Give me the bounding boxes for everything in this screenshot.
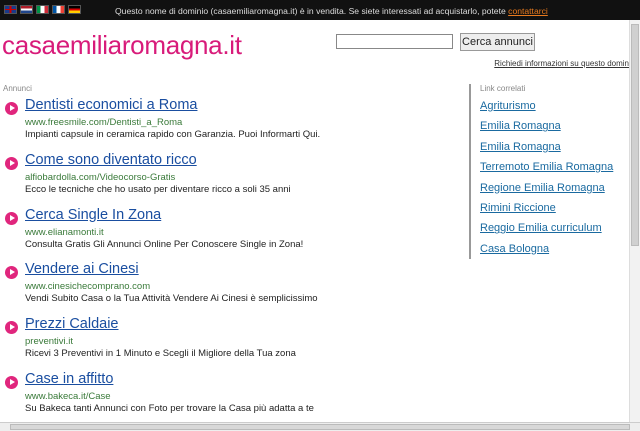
ad-description: Vendi Subito Casa o la Tua Attività Vend…: [25, 293, 318, 305]
germany-flag-icon[interactable]: [68, 5, 81, 14]
top-notice-bar: Questo nome di dominio (casaemiliaromagn…: [0, 0, 640, 20]
ad-title-link[interactable]: Prezzi Caldaie: [25, 316, 119, 332]
arrow-bullet-icon[interactable]: [5, 102, 18, 115]
ads-label: Annunci: [3, 84, 32, 93]
ads-list: Dentisti economici a Roma www.freesmile.…: [0, 97, 460, 426]
related-link[interactable]: Emilia Romagna: [480, 120, 613, 140]
contact-link[interactable]: contattarci: [508, 6, 548, 16]
ad-item: Vendere ai Cinesi www.cinesichecomprano.…: [0, 261, 460, 316]
ad-description: Su Bakeca tanti Annunci con Foto per tro…: [25, 402, 314, 414]
related-link[interactable]: Rimini Riccione: [480, 202, 613, 222]
ad-url[interactable]: www.bakeca.it/Case: [25, 391, 111, 402]
france-flag-icon[interactable]: [52, 5, 65, 14]
arrow-bullet-icon[interactable]: [5, 156, 18, 170]
search-button[interactable]: Cerca annunci: [460, 33, 535, 51]
vertical-scrollbar[interactable]: [629, 20, 640, 422]
italy-flag-icon[interactable]: [36, 5, 49, 14]
related-link[interactable]: Agriturismo: [480, 100, 613, 120]
arrow-bullet-icon[interactable]: [5, 211, 18, 225]
horizontal-scroll-thumb[interactable]: [10, 424, 630, 430]
related-link[interactable]: Regione Emilia Romagna: [480, 182, 613, 202]
notice-text: Questo nome di dominio (casaemiliaromagn…: [115, 6, 509, 16]
ad-description: Impianti capsule in ceramica rapido con …: [25, 129, 321, 140]
related-links-list: Agriturismo Emilia Romagna Emilia Romagn…: [480, 100, 613, 263]
related-link[interactable]: Emilia Romagna: [480, 141, 613, 161]
domain-sale-notice: Questo nome di dominio (casaemiliaromagn…: [115, 6, 548, 16]
ad-description: Ricevi 3 Preventivi in 1 Minuto e Scegli…: [25, 348, 296, 360]
language-flags: [4, 5, 81, 14]
related-link[interactable]: Reggio Emilia curriculum: [480, 222, 613, 242]
ad-description: Ecco le tecniche che ho usato per divent…: [25, 183, 291, 195]
ad-url[interactable]: alfiobardolla.com/Videocorso-Gratis: [25, 172, 175, 183]
uk-flag-icon[interactable]: [4, 5, 17, 14]
ad-title-link[interactable]: Cerca Single In Zona: [25, 207, 161, 223]
vertical-scroll-thumb[interactable]: [631, 24, 639, 246]
ad-description: Consulta Gratis Gli Annunci Online Per C…: [25, 238, 304, 250]
site-title[interactable]: casaemiliaromagna.it: [2, 30, 242, 61]
ad-item: Case in affitto www.bakeca.it/Case Su Ba…: [0, 371, 460, 426]
arrow-bullet-icon[interactable]: [5, 321, 18, 335]
related-links-label: Link correlati: [480, 84, 526, 93]
ad-item: Come sono diventato ricco alfiobardolla.…: [0, 152, 460, 207]
ad-url[interactable]: www.elianamonti.it: [25, 227, 104, 238]
related-link[interactable]: Casa Bologna: [480, 243, 613, 263]
ad-title-link[interactable]: Dentisti economici a Roma: [25, 97, 197, 113]
ad-url[interactable]: preventivi.it: [25, 336, 73, 347]
horizontal-scrollbar[interactable]: [0, 422, 640, 431]
netherlands-flag-icon[interactable]: [20, 5, 33, 14]
related-links-sidebar: Link correlati Agriturismo Emilia Romagn…: [469, 84, 631, 259]
arrow-bullet-icon[interactable]: [5, 266, 18, 280]
arrow-bullet-icon[interactable]: [5, 375, 18, 389]
search-input[interactable]: [336, 34, 453, 49]
ad-url[interactable]: www.cinesichecomprano.com: [25, 281, 150, 292]
ad-title-link[interactable]: Come sono diventato ricco: [25, 152, 197, 168]
ad-item: Cerca Single In Zona www.elianamonti.it …: [0, 207, 460, 262]
ad-item: Prezzi Caldaie preventivi.it Ricevi 3 Pr…: [0, 316, 460, 371]
ad-url[interactable]: www.freesmile.com/Dentisti_a_Roma: [25, 117, 182, 128]
domain-info-link[interactable]: Richiedi informazioni su questo domin: [494, 59, 629, 68]
ad-title-link[interactable]: Vendere ai Cinesi: [25, 261, 139, 277]
ad-item: Dentisti economici a Roma www.freesmile.…: [0, 97, 460, 152]
ad-title-link[interactable]: Case in affitto: [25, 371, 113, 387]
related-link[interactable]: Terremoto Emilia Romagna: [480, 161, 613, 181]
